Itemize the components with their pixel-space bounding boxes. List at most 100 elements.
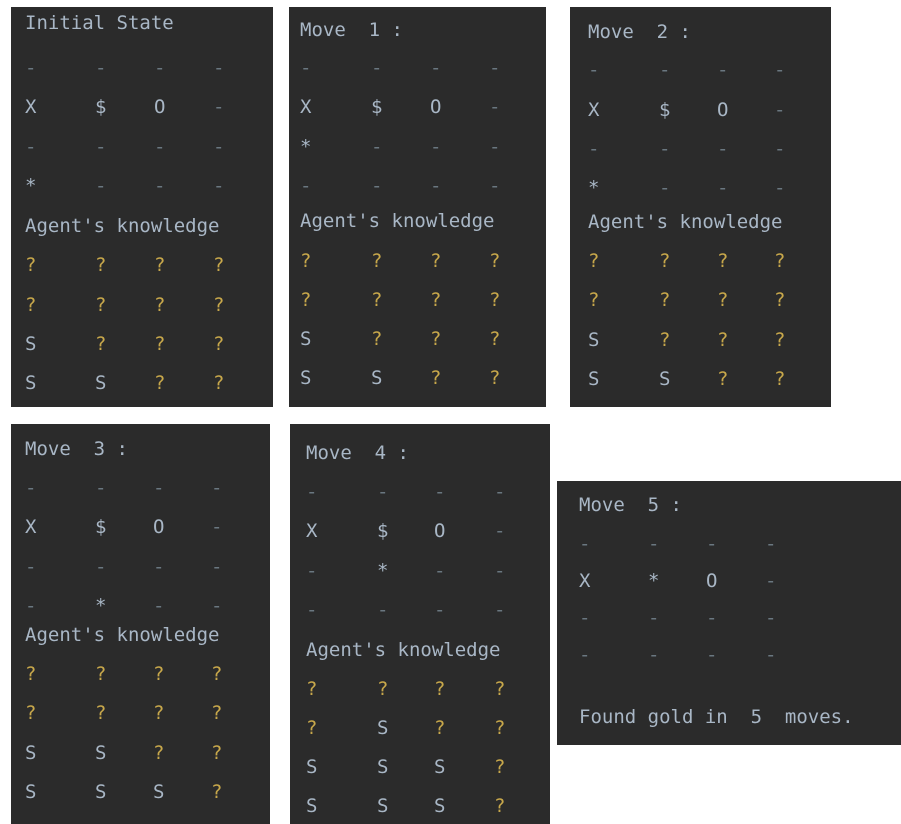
grid-cell: - xyxy=(434,599,446,621)
grid-cell: - xyxy=(774,59,786,81)
knowledge-cell: ? xyxy=(774,289,786,311)
grid-cell: - xyxy=(579,607,591,629)
knowledge-cell: ? xyxy=(494,717,506,739)
grid-cell: - xyxy=(153,477,165,499)
knowledge-cell: ? xyxy=(434,717,446,739)
grid-cell: - xyxy=(489,96,501,118)
knowledge-cell: ? xyxy=(489,250,501,272)
grid-cell: O xyxy=(706,570,718,592)
grid-cell: $ xyxy=(95,516,107,538)
grid-cell: - xyxy=(25,595,37,617)
knowledge-cell: ? xyxy=(154,294,166,316)
panel-title: Move 2 : xyxy=(588,21,691,43)
knowledge-cell: ? xyxy=(489,328,501,350)
grid-cell: - xyxy=(95,136,107,158)
grid-cell: O xyxy=(153,516,165,538)
knowledge-cell: ? xyxy=(154,333,166,355)
knowledge-cell: ? xyxy=(153,663,165,685)
grid-cell: - xyxy=(430,57,442,79)
knowledge-cell: ? xyxy=(494,678,506,700)
knowledge-cell: ? xyxy=(717,329,729,351)
grid-cell: - xyxy=(95,556,107,578)
grid-cell: X xyxy=(25,516,37,538)
knowledge-cell: ? xyxy=(25,702,37,724)
grid-cell: X xyxy=(588,99,600,121)
grid-cell: - xyxy=(434,481,446,503)
grid-cell: - xyxy=(211,556,223,578)
panel-title: Move 3 : xyxy=(25,438,128,460)
grid-cell: - xyxy=(706,607,718,629)
grid-cell: * xyxy=(300,136,312,158)
knowledge-cell: ? xyxy=(774,368,786,390)
grid-cell: - xyxy=(25,556,37,578)
result-message: Found gold in 5 moves. xyxy=(579,706,854,728)
knowledge-cell: ? xyxy=(95,254,107,276)
grid-cell: - xyxy=(659,177,671,199)
grid-cell: - xyxy=(489,175,501,197)
grid-cell: - xyxy=(494,560,506,582)
grid-cell: X xyxy=(300,96,312,118)
grid-cell: - xyxy=(377,481,389,503)
grid-cell: - xyxy=(430,136,442,158)
grid-cell: - xyxy=(588,59,600,81)
knowledge-cell: ? xyxy=(213,294,225,316)
grid-cell: - xyxy=(648,644,660,666)
knowledge-cell: ? xyxy=(213,333,225,355)
grid-cell: - xyxy=(300,175,312,197)
grid-cell: - xyxy=(154,136,166,158)
knowledge-cell: S xyxy=(95,781,107,803)
grid-cell: - xyxy=(25,57,37,79)
knowledge-cell: S xyxy=(377,795,389,817)
grid-cell: X xyxy=(306,520,318,542)
grid-cell: - xyxy=(494,481,506,503)
knowledge-heading: Agent's knowledge xyxy=(25,215,220,237)
grid-cell: - xyxy=(25,477,37,499)
knowledge-cell: ? xyxy=(213,372,225,394)
grid-cell: - xyxy=(774,138,786,160)
knowledge-cell: S xyxy=(377,756,389,778)
grid-cell: X xyxy=(579,570,591,592)
knowledge-cell: ? xyxy=(434,678,446,700)
grid-cell: * xyxy=(588,177,600,199)
grid-cell: * xyxy=(377,560,389,582)
knowledge-cell: S xyxy=(25,781,37,803)
knowledge-cell: ? xyxy=(95,294,107,316)
knowledge-cell: ? xyxy=(306,717,318,739)
knowledge-cell: ? xyxy=(489,289,501,311)
knowledge-cell: S xyxy=(434,756,446,778)
grid-cell: - xyxy=(371,136,383,158)
grid-cell: - xyxy=(211,595,223,617)
knowledge-cell: ? xyxy=(371,250,383,272)
knowledge-cell: ? xyxy=(377,678,389,700)
knowledge-cell: S xyxy=(306,756,318,778)
grid-cell: - xyxy=(706,644,718,666)
grid-cell: X xyxy=(25,96,37,118)
knowledge-cell: ? xyxy=(588,250,600,272)
knowledge-cell: ? xyxy=(659,250,671,272)
grid-cell: * xyxy=(648,570,660,592)
grid-cell: - xyxy=(213,175,225,197)
knowledge-cell: S xyxy=(588,368,600,390)
grid-cell: - xyxy=(211,477,223,499)
grid-cell: - xyxy=(774,177,786,199)
knowledge-cell: ? xyxy=(430,367,442,389)
knowledge-heading: Agent's knowledge xyxy=(300,210,495,232)
knowledge-cell: ? xyxy=(213,254,225,276)
knowledge-cell: ? xyxy=(717,289,729,311)
grid-cell: - xyxy=(95,175,107,197)
grid-cell: - xyxy=(774,99,786,121)
knowledge-heading: Agent's knowledge xyxy=(25,624,220,646)
knowledge-cell: ? xyxy=(494,795,506,817)
knowledge-cell: ? xyxy=(717,368,729,390)
panel-title: Move 4 : xyxy=(306,442,409,464)
knowledge-cell: ? xyxy=(659,329,671,351)
knowledge-cell: S xyxy=(434,795,446,817)
knowledge-cell: ? xyxy=(153,742,165,764)
knowledge-cell: S xyxy=(95,742,107,764)
knowledge-cell: ? xyxy=(659,289,671,311)
knowledge-cell: ? xyxy=(774,329,786,351)
knowledge-cell: ? xyxy=(430,250,442,272)
grid-cell: - xyxy=(154,57,166,79)
knowledge-cell: ? xyxy=(25,254,37,276)
grid-cell: - xyxy=(300,57,312,79)
